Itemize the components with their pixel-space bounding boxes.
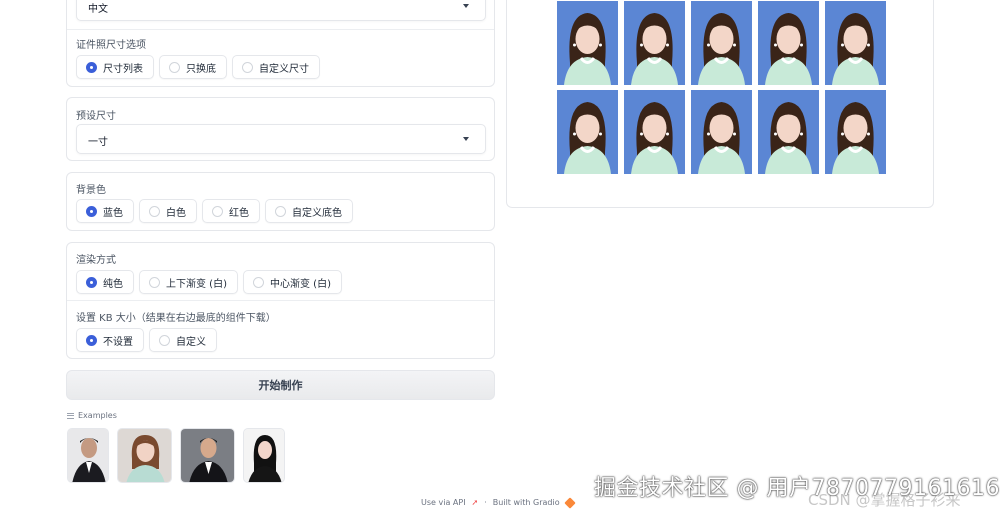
divider [67, 300, 494, 301]
background-panel: 背景色 蓝色 白色 红色 自定义底色 [66, 172, 495, 231]
preset-size-value: 一寸 [88, 137, 108, 148]
size-options-label: 证件照尺寸选项 [76, 40, 146, 51]
id-photo [758, 1, 819, 85]
radio-vertical-gradient[interactable]: 上下渐变 (白) [139, 270, 238, 294]
photo-sheet-grid [557, 1, 886, 174]
preset-size-label: 预设尺寸 [76, 111, 116, 122]
id-photo [825, 1, 886, 85]
radio-dot-icon [86, 205, 97, 217]
radio-dot-icon [86, 276, 97, 288]
example-thumbnail[interactable] [180, 428, 235, 483]
render-panel: 渲染方式 纯色 上下渐变 (白) 中心渐变 (白) 设置 KB 大小（结果在右边… [66, 242, 495, 359]
chevron-down-icon [463, 137, 469, 141]
start-button[interactable]: 开始制作 [66, 370, 495, 400]
radio-dot-icon [86, 334, 97, 346]
use-via-api-link[interactable]: Use via API [421, 498, 466, 507]
radio-dot-icon [212, 205, 223, 217]
radio-label: 尺寸列表 [103, 63, 143, 75]
language-panel: 中文 证件照尺寸选项 尺寸列表 只换底 自定义尺寸 [66, 0, 495, 87]
radio-no-kb[interactable]: 不设置 [76, 328, 144, 352]
radio-center-gradient[interactable]: 中心渐变 (白) [242, 270, 342, 294]
radio-label: 自定义底色 [292, 207, 342, 219]
examples-label: Examples [78, 411, 117, 420]
radio-custom-bg[interactable]: 自定义底色 [265, 199, 353, 223]
list-icon [67, 412, 74, 419]
id-photo [624, 1, 685, 85]
radio-dot-icon [169, 61, 180, 73]
example-thumbnail[interactable] [67, 428, 109, 483]
radio-white[interactable]: 白色 [139, 199, 197, 223]
footer: Use via API ➚ · Built with Gradio [421, 496, 576, 509]
kb-size-group: 不设置 自定义 [76, 328, 217, 352]
id-photo [557, 1, 618, 85]
id-photo [691, 90, 752, 174]
radio-label: 蓝色 [103, 207, 123, 219]
kb-size-label: 设置 KB 大小（结果在右边最底的组件下载） [76, 313, 276, 324]
radio-label: 纯色 [103, 278, 123, 290]
gradio-logo-icon [563, 496, 576, 509]
background-group: 蓝色 白色 红色 自定义底色 [76, 199, 353, 223]
render-group: 纯色 上下渐变 (白) 中心渐变 (白) [76, 270, 342, 294]
radio-label: 白色 [166, 207, 186, 219]
examples-row [67, 428, 285, 483]
render-label: 渲染方式 [76, 255, 116, 266]
radio-red[interactable]: 红色 [202, 199, 260, 223]
radio-dot-icon [149, 276, 160, 288]
examples-header: Examples [67, 411, 117, 420]
radio-label: 自定义尺寸 [259, 63, 309, 75]
id-photo [758, 90, 819, 174]
id-photo [624, 90, 685, 174]
radio-label: 上下渐变 (白) [166, 278, 227, 290]
radio-label: 自定义 [176, 336, 206, 348]
preset-size-panel: 预设尺寸 一寸 [66, 97, 495, 161]
id-photo [825, 90, 886, 174]
radio-blue[interactable]: 蓝色 [76, 199, 134, 223]
radio-label: 不设置 [103, 336, 133, 348]
example-thumbnail[interactable] [117, 428, 172, 483]
radio-dot-icon [86, 61, 97, 73]
size-options-group: 尺寸列表 只换底 自定义尺寸 [76, 55, 320, 79]
example-thumbnail[interactable] [243, 428, 285, 483]
language-value: 中文 [88, 4, 108, 15]
radio-label: 只换底 [186, 63, 216, 75]
radio-dot-icon [242, 61, 253, 73]
radio-solid[interactable]: 纯色 [76, 270, 134, 294]
radio-label: 红色 [229, 207, 249, 219]
id-photo [691, 1, 752, 85]
radio-dot-icon [149, 205, 160, 217]
radio-change-bg-only[interactable]: 只换底 [159, 55, 227, 79]
radio-dot-icon [275, 205, 286, 217]
divider [67, 29, 494, 30]
radio-size-list[interactable]: 尺寸列表 [76, 55, 154, 79]
language-select[interactable]: 中文 [76, 0, 486, 21]
juejin-watermark: 掘金技术社区 @ 用户7870779161616 [594, 476, 1000, 501]
rocket-icon: ➚ [471, 498, 479, 507]
chevron-down-icon [463, 4, 469, 8]
id-photo [557, 90, 618, 174]
result-panel [506, 0, 934, 208]
background-label: 背景色 [76, 185, 106, 196]
radio-label: 中心渐变 (白) [269, 278, 331, 290]
preset-size-select[interactable]: 一寸 [76, 124, 486, 154]
radio-dot-icon [252, 276, 264, 288]
radio-custom-kb[interactable]: 自定义 [149, 328, 217, 352]
footer-separator: · [484, 498, 487, 507]
built-with-gradio-link[interactable]: Built with Gradio [493, 498, 560, 507]
radio-dot-icon [159, 334, 170, 346]
radio-custom-size[interactable]: 自定义尺寸 [232, 55, 320, 79]
